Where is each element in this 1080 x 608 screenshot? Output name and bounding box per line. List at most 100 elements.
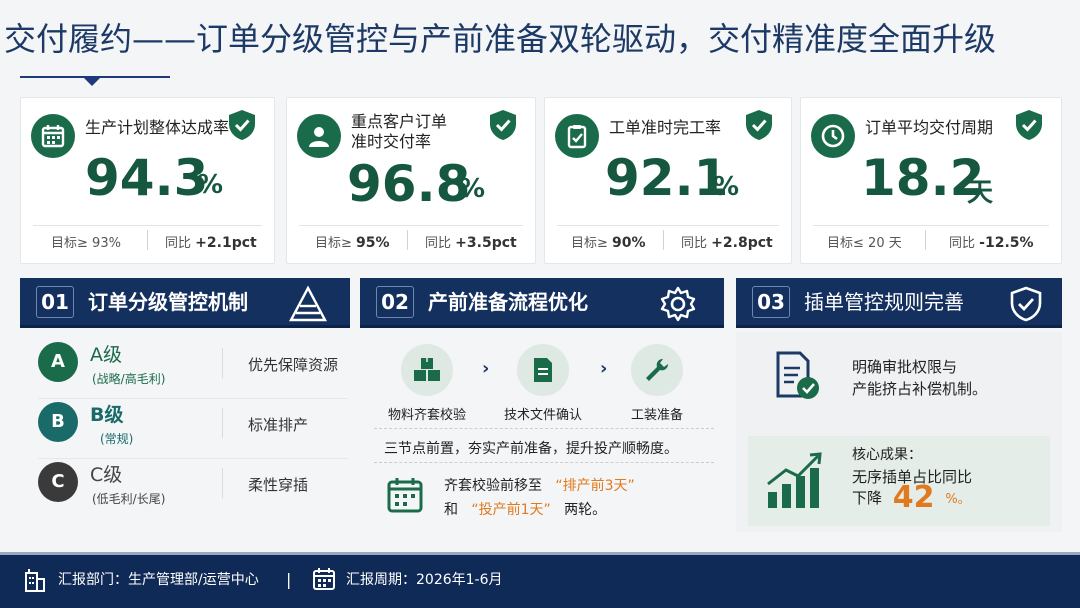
divider — [374, 462, 714, 463]
footer-dept: 汇报部门：生产管理部/运营中心 — [58, 572, 259, 588]
result-box: 核心成果： 无序插单占比同比 下降 42 %。 — [748, 436, 1050, 526]
kpi-label: 订单平均交付周期 — [865, 118, 994, 137]
kpi-yoy: 同比 +3.5pct — [425, 235, 517, 251]
kpi-yoy: 同比 +2.1pct — [165, 235, 257, 251]
kpi-yoy: 同比 +2.8pct — [681, 235, 773, 251]
grade-badge: C — [38, 462, 78, 502]
grade-desc: 标准排产 — [248, 416, 309, 434]
shield-check-icon — [746, 110, 772, 140]
kpi-value: 18.2 — [861, 149, 985, 207]
calendar-icon — [31, 114, 75, 158]
grade-row-c: C C级 (低毛利/长尾) 柔性穿插 — [38, 458, 358, 518]
grade-badge: B — [38, 402, 78, 442]
boxes-icon — [401, 344, 453, 396]
shield-check-icon — [1016, 110, 1042, 140]
divider — [147, 230, 148, 250]
kpi-label: 重点客户订单 准时交付率 — [351, 112, 448, 151]
gear-icon — [660, 286, 696, 322]
prep-summary: 三节点前置，夯实产前准备，提升投产顺畅度。 — [384, 441, 678, 457]
kpi-card-plan-achievement: 生产计划整体达成率 94.3 % 目标≥ 93% 同比 +2.1pct — [20, 97, 275, 264]
kpi-card-key-customer-ontime: 重点客户订单 准时交付率 96.8 % 目标≥ 95% 同比 +3.5pct — [286, 97, 536, 264]
kpi-target: 目标≥ 90% — [571, 235, 646, 251]
section-number: 03 — [752, 286, 790, 318]
footer-period: 汇报周期：2026年1-6月 — [346, 572, 503, 588]
calendar-icon — [313, 568, 335, 590]
kpi-value: 94.3 — [85, 149, 209, 207]
shield-check-icon — [1010, 286, 1042, 322]
grade-sub: (常规) — [100, 432, 134, 446]
page-title: 交付履约——订单分级管控与产前准备双轮驱动，交付精准度全面升级 — [4, 20, 997, 58]
section-header-order-grading: 01 订单分级管控机制 — [20, 278, 350, 328]
section-title: 产前准备流程优化 — [428, 290, 588, 314]
section-title: 订单分级管控机制 — [88, 290, 248, 314]
kpi-value: 96.8 — [347, 155, 471, 213]
step-label: 物料齐套校验 — [387, 408, 466, 423]
prep-process-panel: 物料齐套校验 › 技术文件确认 › 工装准备 三节点前置，夯实产前准备，提升投产… — [370, 332, 720, 532]
divider — [813, 225, 1049, 226]
kpi-card-avg-delivery-cycle: 订单平均交付周期 18.2 天 目标≤ 20 天 同比 -12.5% — [800, 97, 1062, 264]
section-header-insert-order-rules: 03 插单管控规则完善 — [736, 278, 1062, 328]
divider — [33, 225, 262, 226]
section-title: 插单管控规则完善 — [804, 290, 964, 314]
grade-desc: 柔性穿插 — [248, 476, 309, 494]
divider — [374, 428, 714, 429]
divider — [222, 408, 223, 438]
divider — [663, 230, 664, 250]
shield-check-icon — [490, 110, 516, 140]
footer-bar: 汇报部门：生产管理部/运营中心 | 汇报周期：2026年1-6月 — [0, 552, 1080, 608]
section-header-prep-process: 02 产前准备流程优化 — [360, 278, 724, 328]
kpi-label: 生产计划整体达成率 — [85, 118, 230, 137]
person-icon — [297, 114, 341, 158]
divider — [222, 468, 223, 498]
wrench-icon — [631, 344, 683, 396]
footer-separator: | — [286, 570, 292, 589]
grade-name: B级 — [90, 404, 124, 426]
rule-text: 明确审批权限与 产能挤占补偿机制。 — [852, 358, 988, 398]
clipboard-check-icon — [555, 114, 599, 158]
kpi-unit: % — [197, 170, 224, 200]
divider — [557, 225, 779, 226]
pyramid-icon — [289, 285, 327, 322]
kpi-unit: 天 — [967, 178, 994, 208]
section-number: 02 — [376, 286, 414, 318]
kpi-unit: % — [459, 174, 486, 204]
kpi-target: 目标≥ 95% — [315, 235, 390, 251]
title-caret — [84, 78, 100, 86]
kpi-label: 工单准时完工率 — [609, 118, 722, 137]
grade-row-a: A A级 (战略/高毛利) 优先保障资源 — [38, 338, 358, 399]
step-tech-docs: 技术文件确认 — [488, 344, 598, 423]
grade-sub: (低毛利/长尾) — [92, 492, 166, 506]
grade-name: C级 — [90, 464, 123, 486]
step-tooling: 工装准备 — [602, 344, 712, 423]
result-label: 核心成果： — [852, 447, 922, 463]
step-label: 工装准备 — [630, 408, 683, 423]
kpi-yoy: 同比 -12.5% — [949, 235, 1034, 251]
kpi-card-workorder-ontime: 工单准时完工率 92.1 % 目标≥ 90% 同比 +2.8pct — [544, 97, 792, 264]
kpi-target: 目标≥ 93% — [51, 236, 121, 251]
building-icon — [25, 569, 45, 592]
document-icon — [517, 344, 569, 396]
insert-rules-panel: 明确审批权限与 产能挤占补偿机制。 核心成果： 无序插单占比同比 下降 42 %… — [736, 332, 1062, 532]
grade-desc: 优先保障资源 — [248, 356, 339, 374]
calendar-icon — [387, 478, 423, 513]
clock-icon — [811, 114, 855, 158]
prep-note: 齐套校验前移至 “排产前3天” 和 “投产前1天” 两轮。 — [444, 478, 635, 518]
result-line2: 下降 42 %。 — [852, 480, 971, 515]
document-check-icon — [776, 351, 819, 399]
grading-panel: A A级 (战略/高毛利) 优先保障资源 B B级 (常规) 标准排产 C C级… — [20, 332, 350, 532]
shield-check-icon — [229, 110, 255, 140]
kpi-value: 92.1 — [605, 149, 729, 207]
step-label: 技术文件确认 — [503, 408, 582, 423]
divider — [925, 230, 926, 250]
step-material-check: 物料齐套校验 — [372, 344, 482, 423]
kpi-unit: % — [713, 172, 740, 202]
divider — [407, 230, 408, 250]
grade-sub: (战略/高毛利) — [92, 372, 166, 386]
grade-name: A级 — [90, 344, 122, 366]
growth-chart-icon — [767, 452, 822, 508]
section-number: 01 — [36, 286, 74, 318]
divider — [299, 225, 523, 226]
divider — [222, 348, 223, 378]
kpi-target: 目标≤ 20 天 — [827, 236, 902, 251]
grade-row-b: B B级 (常规) 标准排产 — [38, 398, 358, 459]
